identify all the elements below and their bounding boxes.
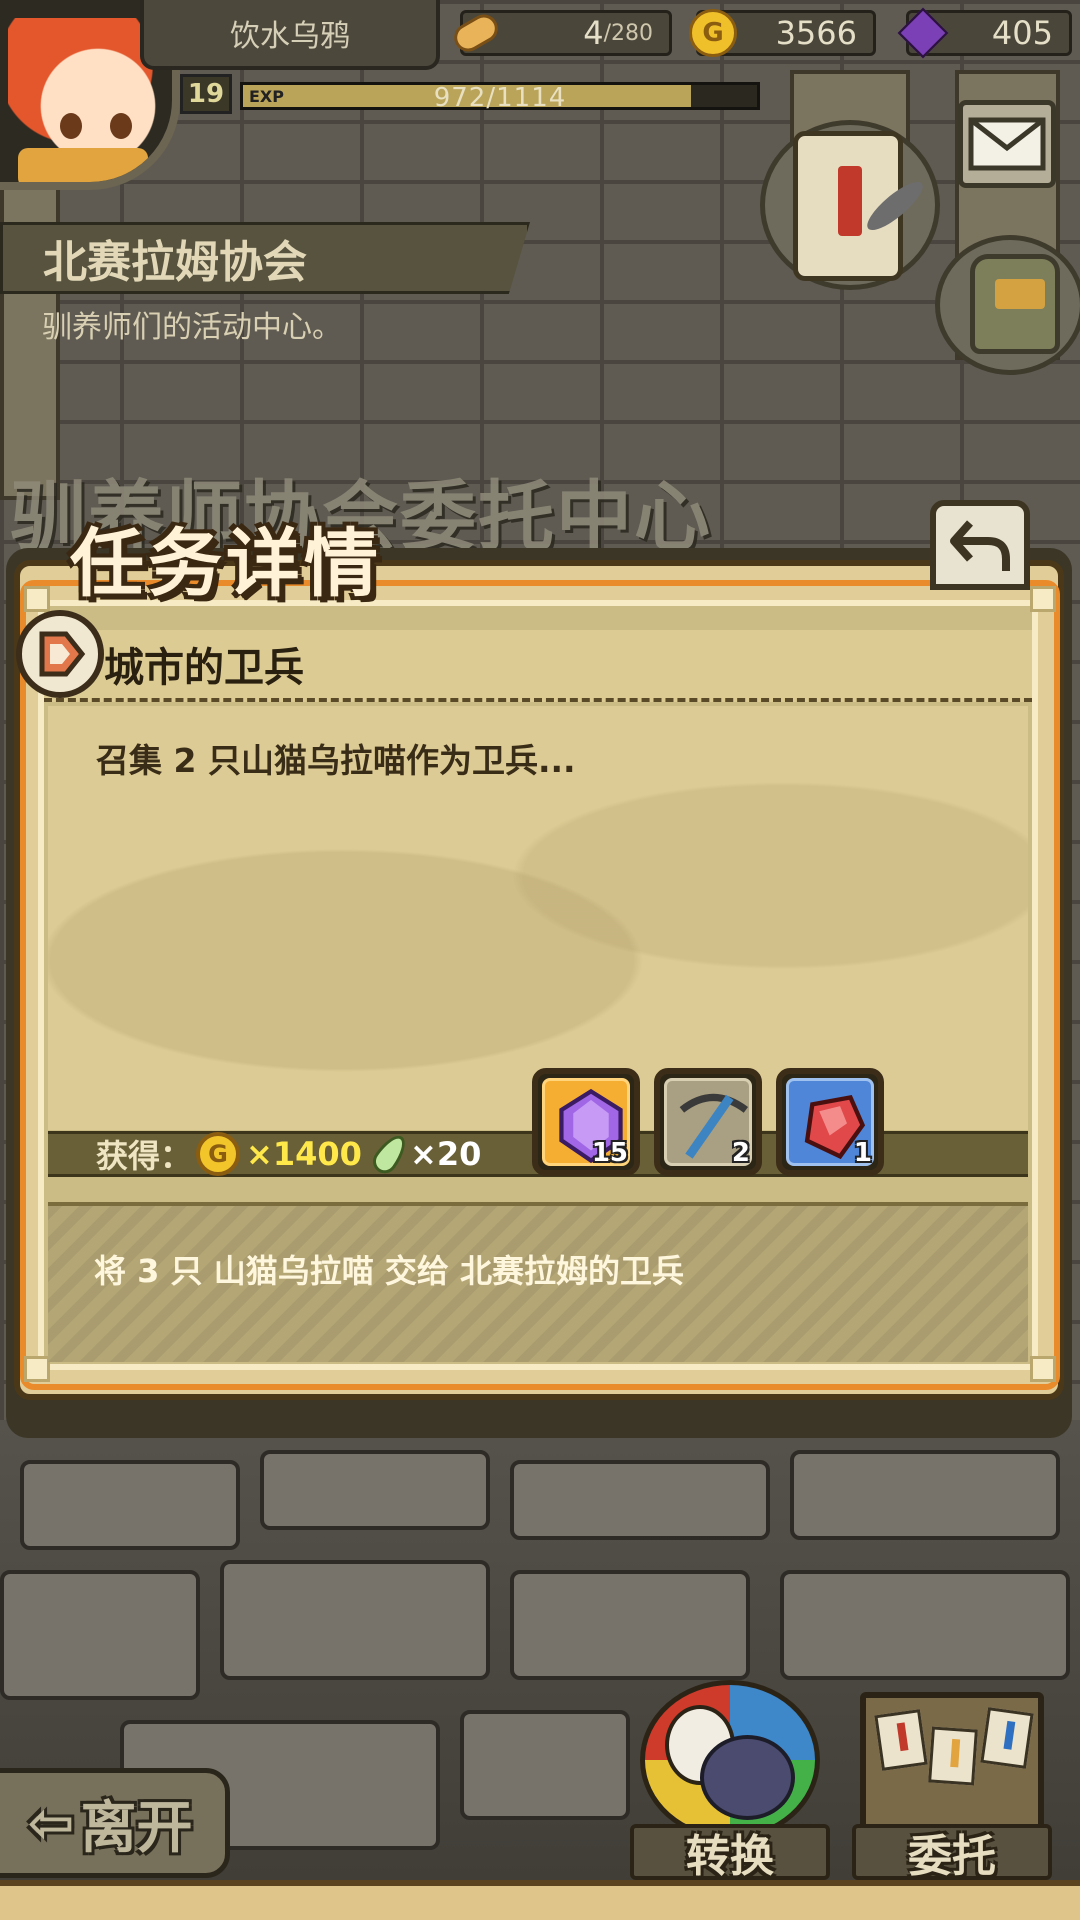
quest-title: 城市的卫兵 — [44, 630, 1032, 702]
leave-button-label: 离开 — [80, 1795, 193, 1861]
return-arrow-icon — [950, 520, 1010, 571]
stamina-counter[interactable]: 4/280 — [449, 9, 672, 57]
reward-gold-amount: ×1400 — [246, 1135, 362, 1173]
gold-coin-icon: G — [689, 9, 737, 57]
item-count: 15 — [591, 1138, 628, 1168]
quest-marker-badge — [16, 610, 104, 698]
player-level-badge: 19 — [180, 74, 232, 114]
gold-coin-icon: G — [196, 1132, 240, 1176]
back-button[interactable] — [930, 500, 1030, 590]
gold-amount: 3566 — [775, 14, 857, 52]
leave-button[interactable]: ⇦ 离开 — [0, 1768, 230, 1878]
reward-label: 获得： — [96, 1137, 193, 1175]
quest-pointer-icon — [39, 631, 86, 677]
location-name: 北赛拉姆协会 — [0, 222, 530, 294]
gem-amount: 405 — [991, 14, 1053, 52]
frame-corner — [24, 1356, 50, 1382]
convert-button-label: 转换 — [630, 1824, 830, 1882]
reward-item-ore[interactable]: 1 — [776, 1068, 884, 1176]
frame-corner — [1030, 586, 1056, 612]
frame-corner — [24, 586, 50, 612]
backpack-button[interactable] — [935, 235, 1080, 375]
reward-feather-amount: ×20 — [410, 1135, 482, 1173]
quest-requirement: 将 3 只 山猫乌拉喵 交给 北赛拉姆的卫兵 — [94, 1252, 684, 1290]
commission-button-label: 委托 — [852, 1824, 1052, 1882]
exp-value: 972/1114 — [433, 83, 567, 113]
reward-feather: ×20 — [368, 1129, 482, 1179]
player-name: 饮水乌鸦 — [140, 0, 440, 70]
gem-counter[interactable]: 405 — [897, 7, 1072, 59]
purple-gem-icon — [897, 7, 949, 59]
quest-description-panel: 召集 2 只山猫乌拉喵作为卫兵... 获得： G ×1400 ×20 15 2 — [48, 706, 1028, 1179]
backpack-icon — [970, 254, 1060, 354]
quest-scroll-button[interactable] — [760, 120, 940, 290]
item-count: 2 — [731, 1138, 750, 1168]
reward-item-crystal[interactable]: 15 — [532, 1068, 640, 1176]
reward-item-pickaxe[interactable]: 2 — [654, 1068, 762, 1176]
commission-button[interactable]: 委托 — [852, 1686, 1052, 1882]
gold-counter[interactable]: G 3566 — [689, 9, 876, 57]
mail-button[interactable] — [958, 100, 1056, 188]
location-subtitle: 驯养师们的活动中心。 — [42, 310, 342, 345]
frame-corner — [1030, 1356, 1056, 1382]
envelope-icon — [968, 117, 1046, 171]
convert-icon — [640, 1680, 820, 1840]
bottom-strip — [0, 1880, 1080, 1920]
left-arrow-icon: ⇦ — [27, 1790, 75, 1856]
stamina-current: 4 — [583, 14, 604, 52]
item-count: 1 — [853, 1138, 872, 1168]
exp-bar: EXP 972/1114 — [240, 82, 760, 113]
quest-description: 召集 2 只山猫乌拉喵作为卫兵... — [96, 741, 576, 780]
dialog-title: 任务详情 — [70, 521, 382, 607]
convert-button[interactable]: 转换 — [630, 1670, 830, 1882]
stamina-max: /280 — [603, 20, 653, 46]
reward-gold: G ×1400 — [196, 1131, 362, 1177]
requirement-panel: 将 3 只 山猫乌拉喵 交给 北赛拉姆的卫兵 — [48, 1202, 1028, 1362]
